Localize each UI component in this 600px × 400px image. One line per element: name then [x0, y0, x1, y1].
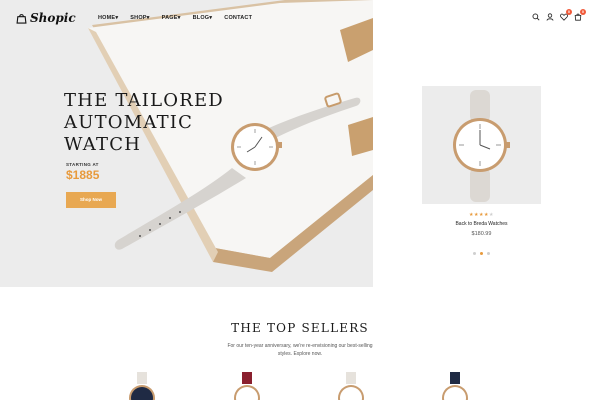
product-rating: ★★★★★	[422, 212, 541, 218]
nav-item-page[interactable]: PAGE▾	[162, 15, 181, 21]
product-image[interactable]	[422, 86, 541, 204]
shopping-bag-icon	[16, 13, 27, 24]
brand-logo[interactable]: Shopic	[16, 11, 76, 25]
header-actions: 0 0	[532, 9, 586, 21]
main-nav: HOME▾ SHOP▾ PAGE▾ BLOG▾ CONTACT	[98, 15, 252, 21]
hero-price: $1885	[66, 168, 100, 182]
cart-icon[interactable]: 0	[574, 9, 586, 21]
hero-title: THE TAILORED AUTOMATIC WATCH	[64, 90, 224, 155]
section-subtitle: For our ten-year anniversary, we're re-e…	[227, 343, 373, 357]
carousel-dot[interactable]	[473, 252, 476, 255]
product-thumb-2[interactable]	[230, 372, 264, 400]
product-thumb-1[interactable]	[125, 372, 159, 400]
carousel-dots	[473, 252, 490, 255]
product-thumb-3[interactable]	[334, 372, 368, 400]
carousel-dot-active[interactable]	[480, 252, 483, 255]
nav-item-blog[interactable]: BLOG▾	[193, 15, 213, 21]
hero-banner: THE TAILORED AUTOMATIC WATCH STARTING AT…	[0, 0, 373, 287]
cart-count-badge: 0	[580, 9, 586, 15]
carousel-dot[interactable]	[487, 252, 490, 255]
watch-image	[422, 86, 541, 204]
star-empty-icon: ★	[488, 212, 494, 218]
heart-icon[interactable]: 0	[560, 9, 572, 21]
product-thumb-4[interactable]	[438, 372, 472, 400]
brand-name: Shopic	[30, 11, 76, 25]
section-title: THE TOP SELLERS	[231, 321, 369, 335]
product-price: $180.99	[471, 231, 492, 237]
product-name[interactable]: Back to Breda Watches	[422, 221, 541, 227]
site-header: Shopic HOME▾ SHOP▾ PAGE▾ BLOG▾ CONTACT 0…	[0, 0, 600, 38]
nav-item-shop[interactable]: SHOP▾	[130, 15, 149, 21]
nav-item-contact[interactable]: CONTACT	[224, 15, 252, 21]
wishlist-count-badge: 0	[566, 9, 572, 15]
starting-at-label: STARTING AT	[66, 162, 99, 167]
shop-now-button[interactable]: Shop Now	[66, 192, 116, 208]
user-icon[interactable]	[546, 13, 554, 21]
search-icon[interactable]	[532, 13, 540, 21]
nav-item-home[interactable]: HOME▾	[98, 15, 118, 21]
